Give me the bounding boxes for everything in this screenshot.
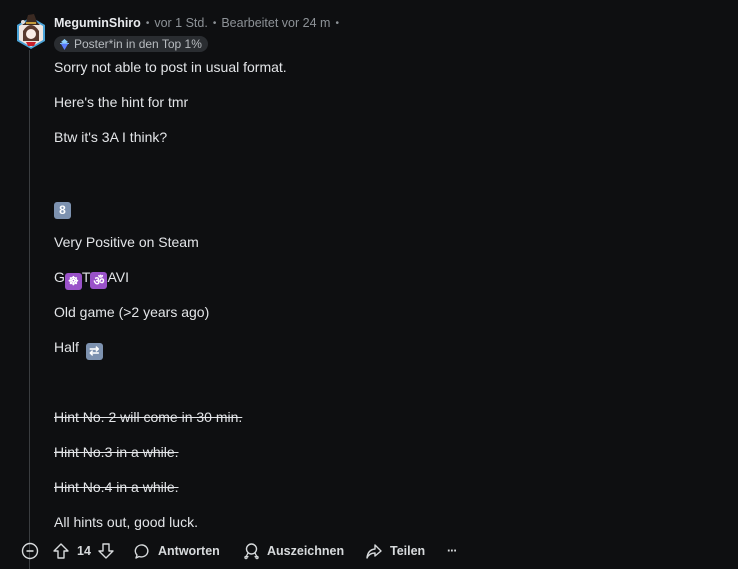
hint-letter: G xyxy=(54,269,65,285)
award-button[interactable]: Auszeichnen xyxy=(243,538,344,564)
author-name[interactable]: MeguminShiro xyxy=(54,16,141,30)
separator-dot: • xyxy=(145,17,150,29)
body-line: Very Positive on Steam xyxy=(54,234,199,250)
share-label: Teilen xyxy=(390,544,426,558)
half-line: Half ⇄ xyxy=(54,339,103,360)
posted-time: vor 1 Std. xyxy=(154,16,208,30)
action-bar: 14 Antworten Auszeichnen Teilen ··· xyxy=(0,538,738,564)
body-line: All hints out, good luck. xyxy=(54,514,198,530)
repeat-icon: ⇄ xyxy=(85,342,103,360)
reply-button[interactable]: Antworten xyxy=(134,538,220,564)
upvote-button[interactable] xyxy=(52,538,70,564)
keycap-line: 8 xyxy=(54,198,71,219)
speech-bubble-icon xyxy=(134,543,149,559)
separator-dot: • xyxy=(212,17,217,29)
thread-line[interactable] xyxy=(29,50,30,569)
comment-header: MeguminShiro • vor 1 Std. • Bearbeitet v… xyxy=(54,15,344,31)
vote-count-text: 14 xyxy=(77,544,91,558)
edited-time: Bearbeitet vor 24 m xyxy=(221,16,331,30)
minus-circle-icon xyxy=(21,542,39,560)
flair-label: Poster*in in den Top 1% xyxy=(74,37,202,51)
hint-letters: AVI xyxy=(107,269,129,285)
share-icon xyxy=(366,543,382,559)
award-icon xyxy=(244,543,259,560)
diamond-poster-icon xyxy=(59,38,70,50)
arrow-down-icon xyxy=(98,543,114,559)
share-button[interactable]: Teilen xyxy=(365,538,425,564)
comment: MeguminShiro • vor 1 Std. • Bearbeitet v… xyxy=(0,0,738,569)
game-hint-line: G ☸ T ॐ AVI xyxy=(54,269,129,290)
body-line: Btw it's 3A I think? xyxy=(54,129,168,145)
struck-line: Hint No.3 in a while. xyxy=(54,444,179,460)
keycap-8-icon: 8 xyxy=(54,201,71,219)
body-line: Sorry not able to post in usual format. xyxy=(54,59,287,75)
more-options-button[interactable]: ··· xyxy=(447,538,457,564)
struck-line: Hint No.4 in a while. xyxy=(54,479,179,495)
vote-count: 14 xyxy=(77,538,91,564)
more-options-icon: ··· xyxy=(447,544,457,558)
award-label: Auszeichnen xyxy=(267,544,345,558)
om-icon: ॐ xyxy=(90,272,108,289)
body-line: Old game (>2 years ago) xyxy=(54,304,210,320)
body-line: Here's the hint for tmr xyxy=(54,94,189,110)
user-flair: Poster*in in den Top 1% xyxy=(54,36,208,52)
downvote-button[interactable] xyxy=(97,538,115,564)
wheel-of-dharma-icon: ☸ xyxy=(64,272,82,290)
reply-label: Antworten xyxy=(158,544,220,558)
avatar[interactable] xyxy=(15,13,47,49)
arrow-up-icon xyxy=(53,543,69,559)
collapse-button[interactable] xyxy=(21,538,39,564)
struck-line: Hint No. 2 will come in 30 min. xyxy=(54,409,243,425)
hint-letter: T xyxy=(81,269,91,285)
separator-dot: • xyxy=(335,17,339,29)
half-text: Half xyxy=(54,339,79,355)
